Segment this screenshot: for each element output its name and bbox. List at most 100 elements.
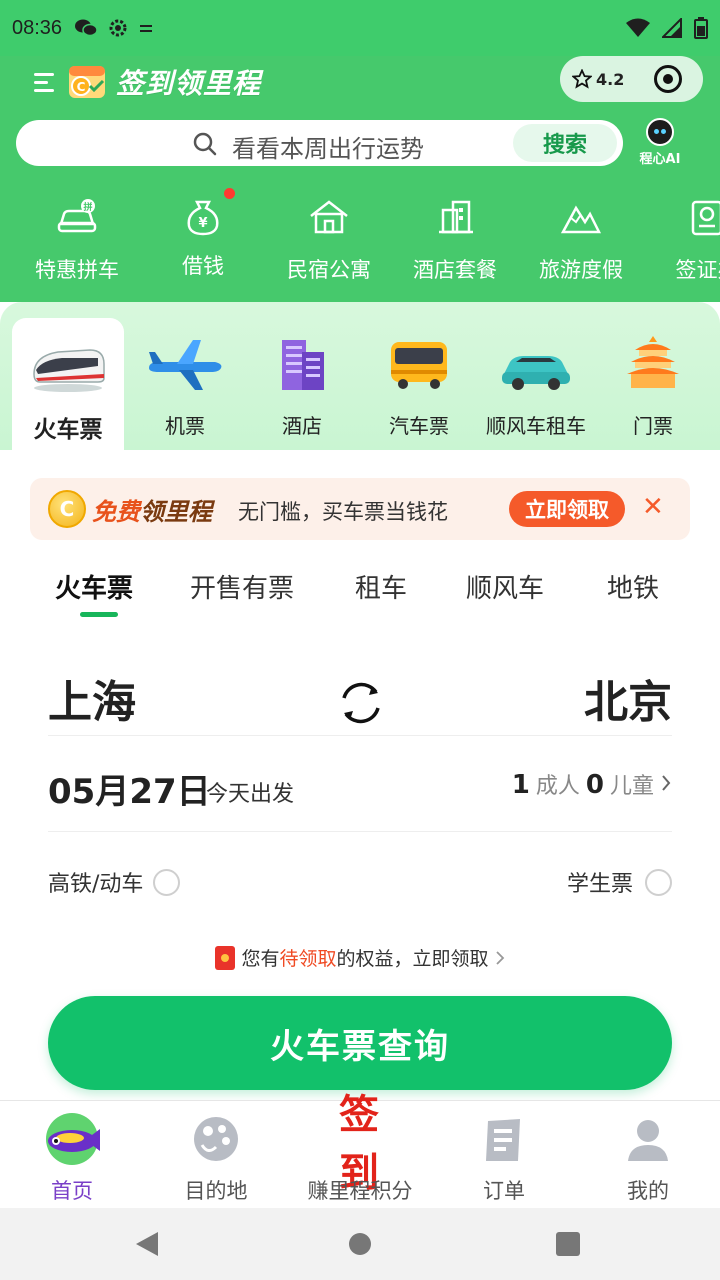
high-speed-label: 高铁/动车 bbox=[48, 872, 144, 897]
student-ticket-label: 学生票 bbox=[566, 872, 633, 897]
tab-rideshare[interactable]: 顺风车 bbox=[466, 568, 544, 605]
ticket-options: 高铁/动车 学生票 bbox=[48, 860, 672, 900]
calendar-logo-icon: C bbox=[69, 66, 105, 98]
quick-link-hotel-package[interactable]: 酒店套餐 bbox=[400, 196, 510, 284]
home-airship-icon bbox=[46, 1113, 100, 1165]
date-passenger-row: 05月27日 今天出发 1 成人 0 儿童 bbox=[48, 736, 672, 832]
quick-link-loan[interactable]: ¥ 借钱 bbox=[148, 188, 258, 280]
train-search-button[interactable]: 火车票查询 bbox=[48, 996, 672, 1090]
promo-banner[interactable]: C 免费领里程 无门槛，买车票当钱花 立即领取 ✕ bbox=[30, 478, 690, 540]
nav-destination[interactable]: 目的地 bbox=[144, 1111, 288, 1205]
cell-signal-icon bbox=[662, 18, 682, 38]
svg-text:拼: 拼 bbox=[83, 201, 92, 213]
nav-orders[interactable]: 订单 bbox=[432, 1111, 576, 1205]
temple-icon bbox=[627, 336, 679, 388]
promo-description: 无门槛，买车票当钱花 bbox=[238, 500, 448, 524]
swap-cities-icon[interactable] bbox=[334, 676, 388, 730]
search-bar[interactable]: 看看本周出行运势 搜索 bbox=[16, 120, 623, 166]
departure-date[interactable]: 05月27日 bbox=[48, 764, 211, 813]
airplane-icon bbox=[149, 340, 222, 390]
student-ticket-option[interactable]: 学生票 bbox=[567, 866, 672, 898]
tab-car-rental[interactable]: 租车 bbox=[355, 568, 407, 605]
ai-label: 程心AI bbox=[639, 152, 681, 167]
benefit-text: 您有待领取的权益，立即领取 bbox=[241, 948, 489, 970]
adult-count: 1 bbox=[511, 770, 530, 800]
search-icon bbox=[193, 132, 217, 156]
sub-tabs: 火车票 开售有票 租车 顺风车 地铁 bbox=[0, 568, 720, 618]
svg-text:C: C bbox=[77, 80, 86, 94]
booking-panel: C 免费领里程 无门槛，买车票当钱花 立即领取 ✕ 火车票 开售有票 租车 顺风… bbox=[0, 450, 720, 1100]
app-title: 签到领里程 bbox=[116, 67, 262, 100]
passport-icon bbox=[691, 200, 720, 236]
car-icon bbox=[502, 356, 570, 390]
wechat-icon bbox=[75, 19, 98, 37]
departure-city[interactable]: 上海 bbox=[48, 666, 136, 730]
bus-icon bbox=[391, 342, 447, 389]
quick-link-carpool[interactable]: 拼 特惠拼车 bbox=[22, 196, 132, 284]
category-rideshare-rental[interactable]: 顺风车租车 bbox=[480, 318, 592, 450]
category-flight[interactable]: 机票 bbox=[129, 318, 241, 450]
header: C 签到领里程 4.2 看看本周出行运势 搜索 程心AI 拼 特惠拼车 ¥ 借钱… bbox=[0, 56, 720, 302]
close-icon[interactable]: ✕ bbox=[642, 492, 664, 522]
quick-link-vacation[interactable]: 旅游度假 bbox=[526, 196, 636, 284]
bottom-tab-bar: 首页 目的地 签到 赚里程积分 订单 我的 bbox=[0, 1091, 720, 1208]
child-count: 0 bbox=[585, 770, 604, 800]
notification-dot bbox=[224, 188, 235, 199]
status-bar: 08:36 bbox=[0, 0, 720, 56]
date-note: 今天出发 bbox=[206, 782, 295, 807]
ai-assistant-entry[interactable]: 程心AI bbox=[636, 118, 684, 167]
palette-globe-icon bbox=[194, 1117, 238, 1161]
high-speed-radio[interactable] bbox=[153, 868, 181, 896]
sub-tab-indicator bbox=[80, 612, 118, 617]
quick-link-visa[interactable]: 签证办 bbox=[652, 196, 720, 284]
order-document-icon bbox=[486, 1119, 520, 1161]
robot-avatar-icon bbox=[646, 118, 674, 146]
arrival-city[interactable]: 北京 bbox=[584, 666, 672, 730]
money-bag-icon: ¥ bbox=[187, 200, 219, 236]
nav-home[interactable]: 首页 bbox=[0, 1111, 144, 1205]
signal-bars-small-icon bbox=[140, 25, 153, 32]
nav-earn-points[interactable]: 签到 赚里程积分 bbox=[288, 1091, 432, 1205]
claim-now-button[interactable]: 立即领取 bbox=[509, 491, 625, 527]
svg-text:¥: ¥ bbox=[198, 216, 207, 231]
menu-icon[interactable] bbox=[34, 68, 56, 94]
tab-train-ticket[interactable]: 火车票 bbox=[55, 568, 133, 605]
passenger-selector[interactable]: 1 成人 0 儿童 bbox=[512, 768, 672, 800]
tab-on-sale[interactable]: 开售有票 bbox=[190, 568, 294, 605]
hotel-building-icon bbox=[282, 340, 324, 390]
chevron-right-icon bbox=[495, 950, 504, 965]
user-profile-icon bbox=[628, 1120, 668, 1161]
category-train[interactable]: 火车票 bbox=[12, 318, 124, 455]
quick-link-homestay[interactable]: 民宿公寓 bbox=[274, 196, 384, 284]
chevron-right-icon bbox=[662, 775, 671, 791]
quick-links: 拼 特惠拼车 ¥ 借钱 民宿公寓 酒店套餐 旅游度假 签证办 bbox=[0, 188, 720, 296]
category-bus[interactable]: 汽车票 bbox=[363, 318, 475, 450]
star-icon bbox=[572, 69, 592, 89]
category-tickets[interactable]: 门票 bbox=[597, 318, 709, 450]
close-target-icon[interactable] bbox=[654, 65, 682, 93]
recent-apps-icon[interactable] bbox=[556, 1232, 580, 1256]
category-hotel[interactable]: 酒店 bbox=[246, 318, 358, 450]
signin-badge-icon: 签到 bbox=[339, 1091, 381, 1196]
system-navigation-bar bbox=[0, 1208, 720, 1280]
nav-profile[interactable]: 我的 bbox=[576, 1111, 720, 1205]
child-label: 儿童 bbox=[609, 774, 654, 799]
mountain-icon bbox=[560, 205, 602, 234]
house-icon bbox=[310, 200, 348, 234]
top-bar: C 签到领里程 4.2 bbox=[0, 56, 720, 118]
coin-icon: C bbox=[48, 490, 86, 528]
battery-icon bbox=[694, 17, 708, 39]
back-icon[interactable] bbox=[136, 1232, 158, 1256]
search-button[interactable]: 搜索 bbox=[513, 124, 617, 162]
adult-label: 成人 bbox=[535, 774, 580, 799]
high-speed-option[interactable]: 高铁/动车 bbox=[48, 866, 181, 898]
home-icon[interactable] bbox=[349, 1233, 371, 1255]
benefit-hint[interactable]: 您有待领取的权益，立即领取 bbox=[0, 944, 720, 971]
promo-title: 免费领里程 bbox=[92, 498, 212, 526]
student-ticket-radio[interactable] bbox=[645, 868, 672, 896]
status-time: 08:36 bbox=[12, 16, 63, 39]
tab-metro[interactable]: 地铁 bbox=[607, 568, 659, 605]
rating-button[interactable]: 4.2 bbox=[560, 69, 638, 89]
carpool-icon: 拼 bbox=[57, 199, 97, 233]
search-input[interactable]: 看看本周出行运势 bbox=[232, 129, 424, 164]
